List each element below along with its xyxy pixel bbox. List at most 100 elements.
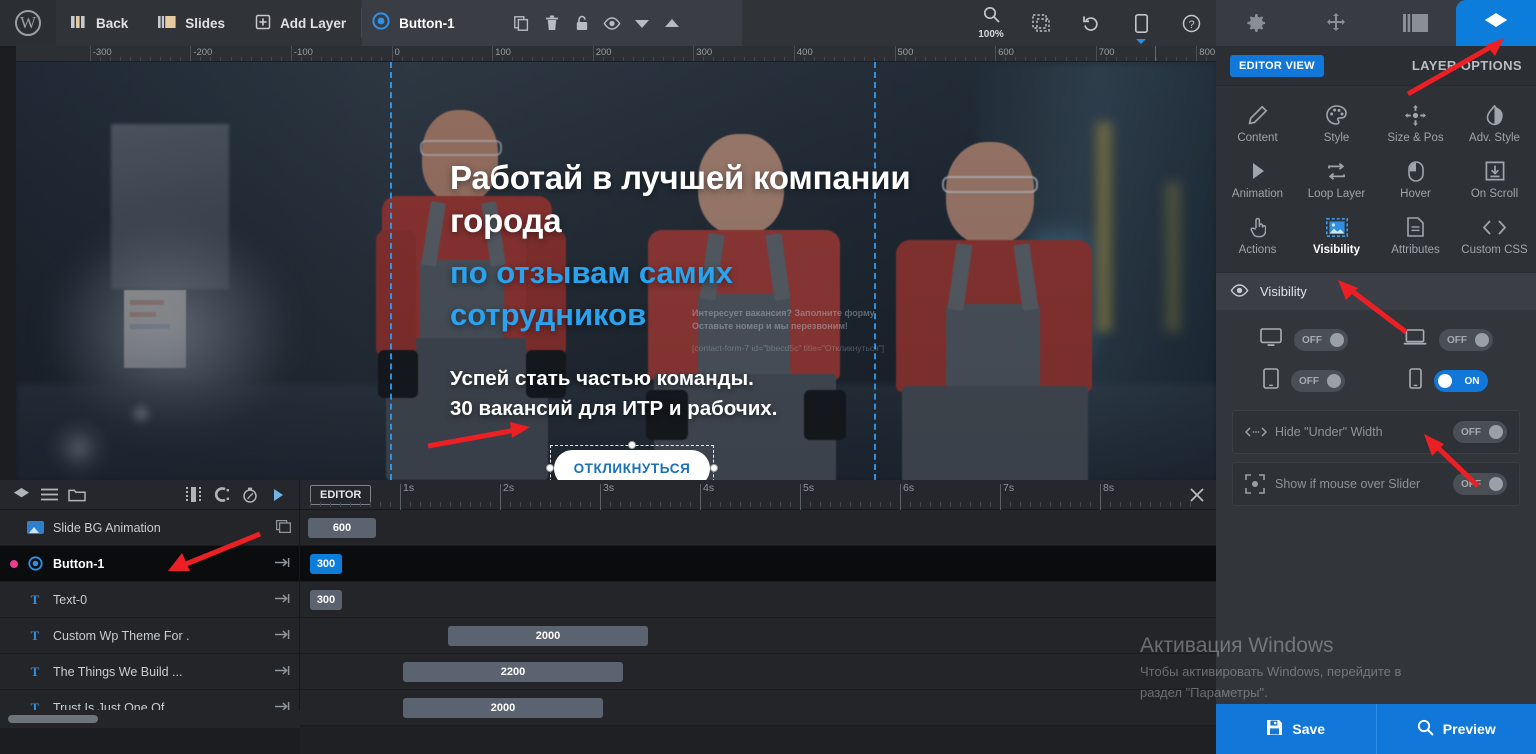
- ruler-minor-tick: [874, 57, 876, 61]
- preview-label: Preview: [1442, 721, 1496, 737]
- copy-icon[interactable]: [507, 0, 537, 46]
- close-icon[interactable]: [1188, 486, 1206, 504]
- ruler-minor-tick: [653, 57, 655, 61]
- slides-library-icon[interactable]: [1376, 0, 1456, 46]
- timeline-minor-tick: [760, 502, 761, 507]
- layer-row[interactable]: T Custom Wp Theme For .: [0, 618, 299, 654]
- timeline-minor-tick: [850, 502, 851, 507]
- tab-loop-layer[interactable]: Loop Layer: [1297, 152, 1376, 208]
- timeline-row[interactable]: 300: [300, 546, 1216, 582]
- zoom-level-label: 100%: [978, 29, 1004, 40]
- tagline-text[interactable]: Успей стать частью команды. 30 вакансий …: [450, 364, 950, 424]
- jump-to-end-icon[interactable]: [275, 592, 291, 607]
- list-icon[interactable]: [36, 482, 62, 508]
- marquee-select-icon[interactable]: [1016, 0, 1066, 46]
- jump-to-end-icon[interactable]: [275, 628, 291, 643]
- timeline-row[interactable]: 2200: [300, 654, 1216, 690]
- laptop-visibility-toggle[interactable]: OFF: [1439, 329, 1493, 351]
- layer-row[interactable]: T The Things We Build ...: [0, 654, 299, 690]
- jump-to-end-icon[interactable]: [275, 664, 291, 679]
- resize-handle-e[interactable]: [710, 464, 718, 472]
- move-icon[interactable]: [1296, 0, 1376, 46]
- timeline-bar[interactable]: 2200: [403, 662, 623, 682]
- ruler-minor-tick: [311, 57, 313, 61]
- help-icon[interactable]: ?: [1166, 0, 1216, 46]
- timeline-minor-tick: [690, 502, 691, 507]
- undo-icon[interactable]: [1066, 0, 1116, 46]
- show-if-mouse-over-row[interactable]: Show if mouse over Slider OFF: [1232, 462, 1520, 506]
- timeline-tick-label: 3s: [603, 482, 615, 494]
- ruler-minor-tick: [129, 57, 131, 61]
- timeline-minor-tick: [320, 502, 321, 507]
- resize-handle-w[interactable]: [546, 464, 554, 472]
- timeline-row[interactable]: 2000: [300, 690, 1216, 726]
- layer-row-selected[interactable]: Button-1: [0, 546, 299, 582]
- timeline-minor-tick: [980, 502, 981, 507]
- chevron-down-icon[interactable]: [627, 0, 657, 46]
- timeline-minor-tick: [870, 502, 871, 507]
- unlock-icon[interactable]: [567, 0, 597, 46]
- loop-icon[interactable]: [209, 482, 235, 508]
- resize-handle-n[interactable]: [628, 441, 636, 449]
- add-layer-button[interactable]: Add Layer: [240, 0, 361, 46]
- hide-under-width-toggle[interactable]: OFF: [1453, 421, 1507, 443]
- layer-row[interactable]: T Text-0: [0, 582, 299, 618]
- device-preview-icon[interactable]: [1116, 0, 1166, 46]
- timeline-minor-tick: [680, 502, 681, 507]
- layers-icon[interactable]: [8, 482, 34, 508]
- folder-icon[interactable]: [64, 482, 90, 508]
- tab-actions[interactable]: Actions: [1218, 208, 1297, 264]
- ruler-minor-tick: [331, 57, 333, 61]
- tab-on-scroll[interactable]: On Scroll: [1455, 152, 1534, 208]
- tab-adv-style[interactable]: Adv. Style: [1455, 96, 1534, 152]
- tab-animation[interactable]: Animation: [1218, 152, 1297, 208]
- tab-attributes[interactable]: Attributes: [1376, 208, 1455, 264]
- chevron-up-icon[interactable]: [657, 0, 687, 46]
- show-if-mouse-over-toggle[interactable]: OFF: [1453, 473, 1507, 495]
- image-library-icon[interactable]: [275, 519, 292, 536]
- headline-text[interactable]: Работай в лучшей компании города: [450, 156, 920, 242]
- timeline-bar[interactable]: 300: [310, 590, 342, 610]
- tab-custom-css[interactable]: Custom CSS: [1455, 208, 1534, 264]
- layers-panel-toggle[interactable]: [1456, 0, 1536, 46]
- preview-button[interactable]: Preview: [1375, 704, 1536, 754]
- timeline-bar[interactable]: 2000: [403, 698, 603, 718]
- slide-canvas[interactable]: Работай в лучшей компании города по отзы…: [16, 62, 1216, 480]
- jump-to-end-icon[interactable]: [275, 556, 291, 571]
- grid-snap-icon[interactable]: [181, 482, 207, 508]
- ruler-minor-tick: [723, 57, 725, 61]
- tab-content[interactable]: Content: [1218, 96, 1297, 152]
- hide-under-width-row[interactable]: Hide "Under" Width OFF: [1232, 410, 1520, 454]
- timeline-bar[interactable]: 300: [310, 554, 342, 574]
- timeline-minor-tick: [820, 502, 821, 507]
- stopwatch-icon[interactable]: [237, 482, 263, 508]
- timeline-bar[interactable]: 600: [308, 518, 376, 538]
- zoom-level-button[interactable]: 100%: [966, 0, 1016, 46]
- desktop-visibility-toggle[interactable]: OFF: [1294, 329, 1348, 351]
- layers-horizontal-scrollbar[interactable]: [8, 715, 98, 723]
- tab-hover[interactable]: Hover: [1376, 152, 1455, 208]
- timeline-row[interactable]: 2000: [300, 618, 1216, 654]
- trash-icon[interactable]: [537, 0, 567, 46]
- timeline-tick-label: 8s: [1103, 482, 1115, 494]
- tab-size-pos[interactable]: Size & Pos: [1376, 96, 1455, 152]
- play-icon[interactable]: [265, 482, 291, 508]
- save-button[interactable]: Save: [1216, 704, 1376, 754]
- tab-visibility[interactable]: Visibility: [1297, 208, 1376, 264]
- timeline-row[interactable]: 600: [300, 510, 1216, 546]
- layer-row[interactable]: Slide BG Animation: [0, 510, 299, 546]
- eye-icon[interactable]: [597, 0, 627, 46]
- layer-name: Button-1: [53, 556, 105, 571]
- tablet-visibility-toggle[interactable]: OFF: [1291, 370, 1345, 392]
- editor-view-button[interactable]: EDITOR VIEW: [1230, 54, 1324, 77]
- gear-icon[interactable]: [1216, 0, 1296, 46]
- timeline-row[interactable]: 300: [300, 582, 1216, 618]
- mobile-visibility-toggle[interactable]: ON: [1433, 370, 1488, 392]
- tab-style[interactable]: Style: [1297, 96, 1376, 152]
- slides-button[interactable]: Slides: [143, 0, 240, 46]
- timeline-bar[interactable]: 2000: [448, 626, 648, 646]
- back-button[interactable]: Back: [56, 0, 143, 46]
- wordpress-logo-button[interactable]: W: [0, 0, 56, 46]
- tab-label: Style: [1323, 132, 1350, 144]
- toggle-knob: [1489, 425, 1503, 439]
